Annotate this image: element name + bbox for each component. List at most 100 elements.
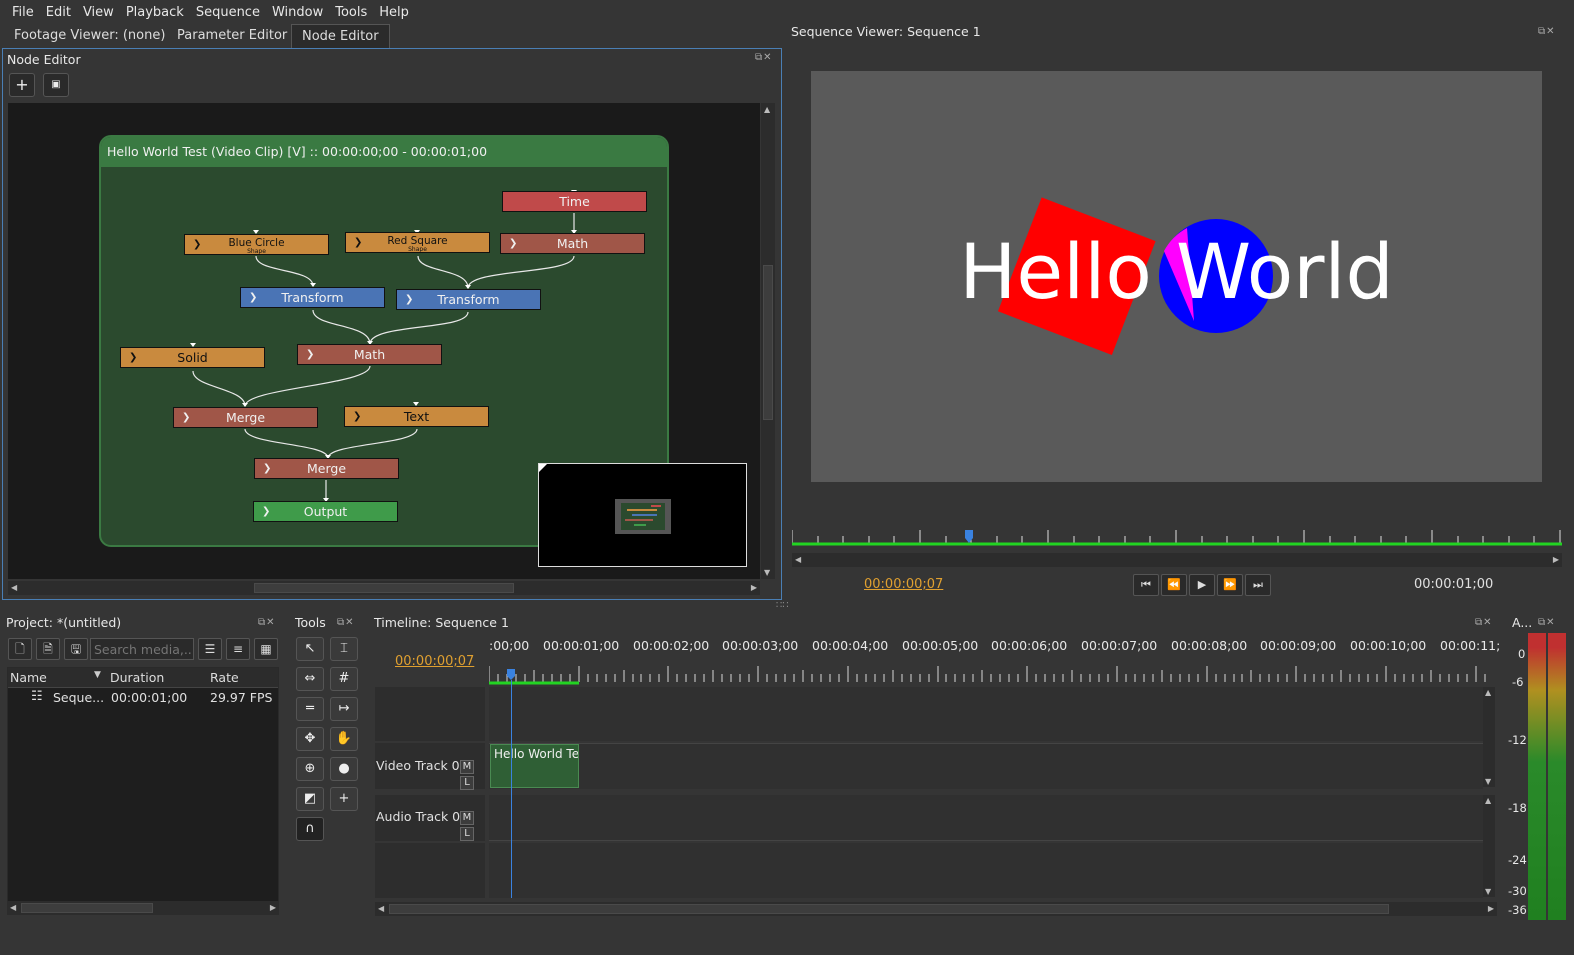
timeline-hscrollbar[interactable]: ◀ ▶ bbox=[375, 902, 1497, 916]
menu-help[interactable]: Help bbox=[373, 5, 415, 20]
go-to-end-icon[interactable]: ⏭ bbox=[1245, 574, 1271, 596]
node-solid[interactable]: ❯ Solid bbox=[120, 347, 265, 368]
expand-chevron-icon[interactable]: ❯ bbox=[129, 348, 137, 367]
panel-dock-controls[interactable]: ⧉✕ bbox=[755, 52, 773, 63]
panel-dock-controls[interactable]: ⧉✕ bbox=[337, 617, 355, 628]
video-tracks-vscrollbar[interactable]: ▲ ▼ bbox=[1483, 687, 1495, 787]
slide-icon[interactable]: ✥ bbox=[296, 727, 324, 751]
sequence-viewer-canvas[interactable]: Hello World bbox=[811, 71, 1542, 482]
sort-arrow-icon[interactable]: ▼ bbox=[94, 670, 101, 680]
list-item[interactable]: ☷ Seque... 00:00:01;00 29.97 FPS bbox=[8, 688, 278, 708]
hand-icon[interactable]: ✋ bbox=[330, 727, 358, 751]
zoom-icon[interactable]: ⊕ bbox=[296, 757, 324, 781]
expand-chevron-icon[interactable]: ❯ bbox=[354, 233, 362, 252]
go-to-start-icon[interactable]: ⏮ bbox=[1133, 574, 1159, 596]
menu-window[interactable]: Window bbox=[266, 5, 329, 20]
node-output[interactable]: ❯ Output bbox=[253, 501, 398, 522]
audio-tracks-vscrollbar[interactable]: ▲ ▼ bbox=[1483, 795, 1495, 897]
node-canvas-vscroll-thumb[interactable] bbox=[763, 265, 773, 420]
menu-sequence[interactable]: Sequence bbox=[190, 5, 266, 20]
panel-dock-controls[interactable]: ⧉✕ bbox=[1538, 617, 1556, 628]
column-name[interactable]: Name bbox=[10, 670, 47, 685]
rolling-icon[interactable]: # bbox=[330, 667, 358, 691]
pointer-icon[interactable]: ↖ bbox=[296, 637, 324, 661]
save-file-icon[interactable]: 🖫 bbox=[64, 638, 88, 660]
expand-chevron-icon[interactable]: ❯ bbox=[509, 234, 517, 253]
new-file-icon[interactable]: 🗋 bbox=[8, 638, 32, 660]
ripple-icon[interactable]: ⇔ bbox=[296, 667, 324, 691]
audio-headphones-icon[interactable]: ∩ bbox=[296, 817, 324, 841]
edit-text-cursor-icon[interactable]: ⌶ bbox=[330, 637, 358, 661]
audio-lock-toggle[interactable]: L bbox=[460, 827, 474, 841]
node-transform-1[interactable]: ❯ Transform bbox=[240, 287, 385, 308]
video-track-area-empty[interactable] bbox=[489, 687, 1483, 741]
expand-chevron-icon[interactable]: ❯ bbox=[353, 407, 361, 426]
node-blue-circle[interactable]: ❯ Blue Circle Shape bbox=[184, 234, 329, 255]
fit-view-icon[interactable]: ▣ bbox=[43, 73, 69, 97]
panel-splitter[interactable]: ∷∷ bbox=[776, 600, 789, 611]
timeline-ruler[interactable] bbox=[489, 664, 1497, 686]
video-mute-toggle[interactable]: M bbox=[460, 760, 474, 774]
menu-file[interactable]: File bbox=[6, 5, 40, 20]
node-time[interactable]: Time bbox=[502, 191, 647, 212]
expand-chevron-icon[interactable]: ❯ bbox=[405, 290, 413, 309]
video-lock-toggle[interactable]: L bbox=[460, 776, 474, 790]
icon-view-icon[interactable]: ▦ bbox=[254, 638, 278, 660]
project-media-list[interactable]: Name ▼ Duration Rate ☷ Seque... 00:00:01… bbox=[7, 667, 279, 902]
expand-chevron-icon[interactable]: ❯ bbox=[306, 345, 314, 364]
node-canvas-hscrollbar[interactable]: ◀ ▶ bbox=[8, 581, 760, 595]
expand-chevron-icon[interactable]: ❯ bbox=[193, 235, 201, 254]
expand-chevron-icon[interactable]: ❯ bbox=[263, 459, 271, 478]
expand-chevron-icon[interactable]: ❯ bbox=[249, 288, 257, 307]
video-track-lane[interactable]: Hello World Te bbox=[489, 743, 1483, 789]
column-rate[interactable]: Rate bbox=[210, 670, 239, 685]
play-icon[interactable]: ▶ bbox=[1189, 574, 1215, 596]
menu-playback[interactable]: Playback bbox=[120, 5, 190, 20]
node-math-mid[interactable]: ❯ Math bbox=[297, 344, 442, 365]
tree-view-icon[interactable]: ☰ bbox=[198, 638, 222, 660]
node-math-top[interactable]: ❯ Math bbox=[500, 233, 645, 254]
node-minimap[interactable] bbox=[538, 463, 747, 567]
panel-dock-controls[interactable]: ⧉✕ bbox=[258, 617, 276, 628]
audio-track-lane[interactable] bbox=[489, 795, 1483, 841]
add-node-icon[interactable]: + bbox=[9, 73, 35, 97]
column-duration[interactable]: Duration bbox=[110, 670, 164, 685]
razor-icon[interactable]: ═ bbox=[296, 697, 324, 721]
rewind-icon[interactable]: ⏪ bbox=[1161, 574, 1187, 596]
node-canvas-hscroll-thumb[interactable] bbox=[254, 583, 514, 593]
node-merge-1[interactable]: ❯ Merge bbox=[173, 407, 318, 428]
menu-view[interactable]: View bbox=[77, 5, 120, 20]
project-search-input[interactable] bbox=[90, 638, 194, 660]
open-file-icon[interactable]: 🗎 bbox=[36, 638, 60, 660]
add-icon[interactable]: + bbox=[330, 787, 358, 811]
timeline-clip[interactable]: Hello World Te bbox=[490, 744, 579, 788]
timeline-current-timecode[interactable]: 00:00:00;07 bbox=[395, 654, 474, 669]
timeline-hscroll-thumb[interactable] bbox=[389, 904, 1389, 914]
menu-tools[interactable]: Tools bbox=[329, 5, 373, 20]
audio-mute-toggle[interactable]: M bbox=[460, 811, 474, 825]
viewer-scrub-ruler[interactable] bbox=[792, 528, 1562, 550]
slip-icon[interactable]: ↦ bbox=[330, 697, 358, 721]
transition-icon[interactable]: ◩ bbox=[296, 787, 324, 811]
viewer-current-timecode[interactable]: 00:00:00;07 bbox=[864, 577, 943, 592]
node-text[interactable]: ❯ Text bbox=[344, 406, 489, 427]
menu-edit[interactable]: Edit bbox=[40, 5, 77, 20]
tab-node-editor[interactable]: Node Editor bbox=[291, 24, 390, 48]
node-merge-2[interactable]: ❯ Merge bbox=[254, 458, 399, 479]
audio-track-area-empty[interactable] bbox=[489, 843, 1483, 898]
project-hscrollbar[interactable]: ◀ ▶ bbox=[7, 901, 279, 915]
panel-dock-controls[interactable]: ⧉✕ bbox=[1475, 617, 1493, 628]
node-canvas-vscrollbar[interactable]: ▲ ▼ bbox=[761, 103, 775, 579]
expand-chevron-icon[interactable]: ❯ bbox=[182, 408, 190, 427]
list-view-icon[interactable]: ≡ bbox=[226, 638, 250, 660]
node-transform-2[interactable]: ❯ Transform bbox=[396, 289, 541, 310]
tab-footage-viewer[interactable]: Footage Viewer: (none) bbox=[4, 24, 177, 48]
tab-parameter-editor[interactable]: Parameter Editor bbox=[167, 24, 299, 48]
viewer-hscrollbar[interactable]: ◀ ▶ bbox=[792, 553, 1562, 567]
record-icon[interactable]: ● bbox=[330, 757, 358, 781]
fast-forward-icon[interactable]: ⏩ bbox=[1217, 574, 1243, 596]
panel-dock-controls[interactable]: ⧉✕ bbox=[1538, 26, 1556, 37]
node-red-square[interactable]: ❯ Red Square Shape bbox=[345, 232, 490, 253]
ruler-label: 00:00:01;00 bbox=[543, 638, 620, 653]
expand-chevron-icon[interactable]: ❯ bbox=[262, 502, 270, 521]
